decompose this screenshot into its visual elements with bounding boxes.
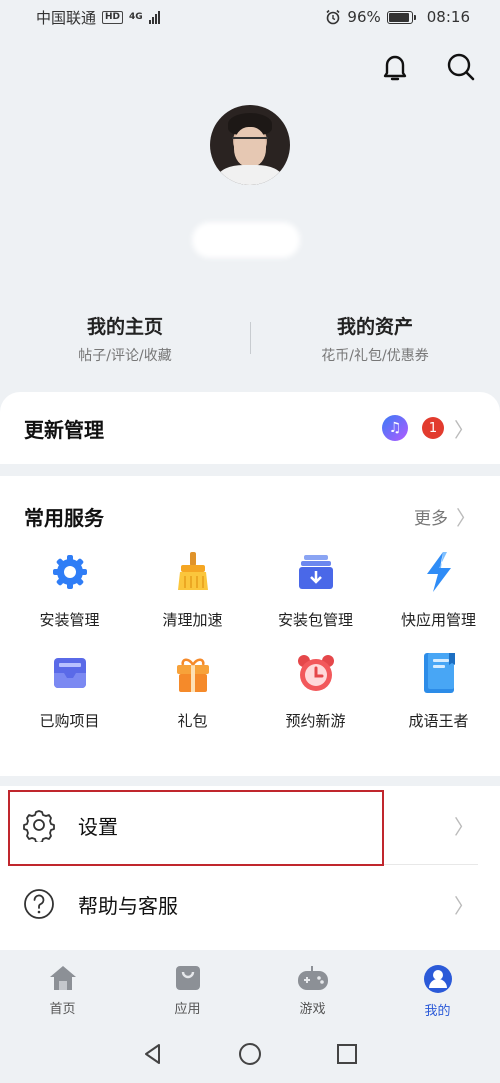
- music-app-icon: ♫: [382, 415, 408, 441]
- my-homepage-title: 我的主页: [86, 316, 163, 338]
- clock-time: 08:16: [426, 8, 470, 26]
- my-homepage-sub: 帖子/评论/收藏: [78, 348, 172, 364]
- tab-label: 应用: [174, 1002, 201, 1017]
- tab-home[interactable]: 首页: [0, 950, 125, 1024]
- chevron-right-icon: 〉: [454, 814, 474, 839]
- battery-percent: 96%: [347, 8, 381, 26]
- service-label: 安装管理: [39, 611, 100, 629]
- alarm-clock-icon: [293, 650, 339, 696]
- chevron-right-icon: 〉: [456, 506, 476, 530]
- update-count-badge: 1: [422, 417, 444, 439]
- broom-icon: [170, 549, 216, 595]
- system-nav-bar: [0, 1024, 500, 1083]
- more-label: 更多: [414, 509, 448, 529]
- help-label: 帮助与客服: [78, 893, 178, 918]
- home-nav-icon[interactable]: [237, 1041, 263, 1067]
- back-icon[interactable]: [141, 1042, 165, 1066]
- service-gift-pack[interactable]: 礼包: [131, 650, 254, 731]
- service-label: 快应用管理: [400, 611, 476, 629]
- more-link[interactable]: 更多 〉: [414, 502, 476, 531]
- settings-highlight-box: [8, 790, 384, 866]
- alarm-icon: [326, 9, 340, 25]
- purchased-tray-icon: [47, 650, 93, 696]
- recents-icon[interactable]: [335, 1042, 359, 1066]
- help-service-row[interactable]: 帮助与客服 〉: [0, 865, 500, 943]
- hd-icon: HD: [102, 10, 124, 24]
- package-download-icon: [293, 549, 339, 595]
- signal-icon: [148, 10, 160, 24]
- bag-icon: [175, 966, 200, 990]
- tab-mine[interactable]: 我的: [375, 950, 500, 1024]
- service-label: 预约新游: [285, 712, 346, 730]
- service-idiom-king[interactable]: 成语王者: [377, 650, 500, 731]
- service-label: 已购项目: [39, 712, 100, 730]
- my-assets-link[interactable]: 我的资产 花币/礼包/优惠券: [250, 312, 500, 368]
- chevron-right-icon: 〉: [454, 417, 474, 442]
- service-reserve-new-games[interactable]: 预约新游: [254, 650, 377, 731]
- lightning-icon: [416, 549, 462, 595]
- tab-apps[interactable]: 应用: [125, 950, 250, 1024]
- common-services-title: 常用服务: [24, 506, 104, 530]
- my-assets-title: 我的资产: [336, 316, 413, 338]
- help-icon: [24, 889, 54, 919]
- update-management-row[interactable]: 更新管理 ♫ 1 〉: [0, 392, 500, 464]
- avatar[interactable]: [210, 105, 290, 185]
- battery-icon: [386, 10, 416, 24]
- divider: [250, 322, 251, 354]
- home-icon: [49, 966, 76, 990]
- service-label: 安装包管理: [277, 611, 353, 629]
- gamepad-icon: [297, 966, 328, 990]
- bottom-tab-bar: 首页 应用 游戏 我的: [0, 950, 500, 1024]
- service-label: 成语王者: [408, 712, 469, 730]
- my-assets-sub: 花币/礼包/优惠券: [321, 348, 429, 364]
- search-icon[interactable]: [444, 50, 478, 84]
- book-icon: [416, 650, 462, 696]
- common-services-card: 常用服务 更多 〉 安装管理 清理加速 安装包管理 快应用管理 已购项目 礼包 …: [0, 476, 500, 776]
- carrier-label: 中国联通: [36, 8, 97, 27]
- service-package-management[interactable]: 安装包管理: [254, 549, 377, 630]
- username-blurred: [192, 222, 300, 258]
- service-label: 清理加速: [162, 611, 223, 629]
- tab-label: 我的: [424, 1004, 451, 1019]
- tab-games[interactable]: 游戏: [250, 950, 375, 1024]
- update-management-title: 更新管理: [24, 417, 104, 442]
- network-label: 4G: [129, 12, 143, 22]
- service-quick-app-management[interactable]: 快应用管理: [377, 549, 500, 630]
- status-bar: 中国联通 HD 4G 96% 08:16: [0, 0, 500, 34]
- gift-icon: [170, 650, 216, 696]
- service-clean-speedup[interactable]: 清理加速: [131, 549, 254, 630]
- service-label: 礼包: [177, 712, 208, 730]
- tab-label: 游戏: [299, 1002, 326, 1017]
- gear-blue-icon: [47, 549, 93, 595]
- my-homepage-link[interactable]: 我的主页 帖子/评论/收藏: [0, 312, 250, 368]
- user-icon: [423, 965, 452, 993]
- bell-icon[interactable]: [378, 50, 412, 84]
- service-install-management[interactable]: 安装管理: [8, 549, 131, 630]
- service-purchased-items[interactable]: 已购项目: [8, 650, 131, 731]
- chevron-right-icon: 〉: [454, 893, 474, 918]
- tab-label: 首页: [49, 1002, 76, 1017]
